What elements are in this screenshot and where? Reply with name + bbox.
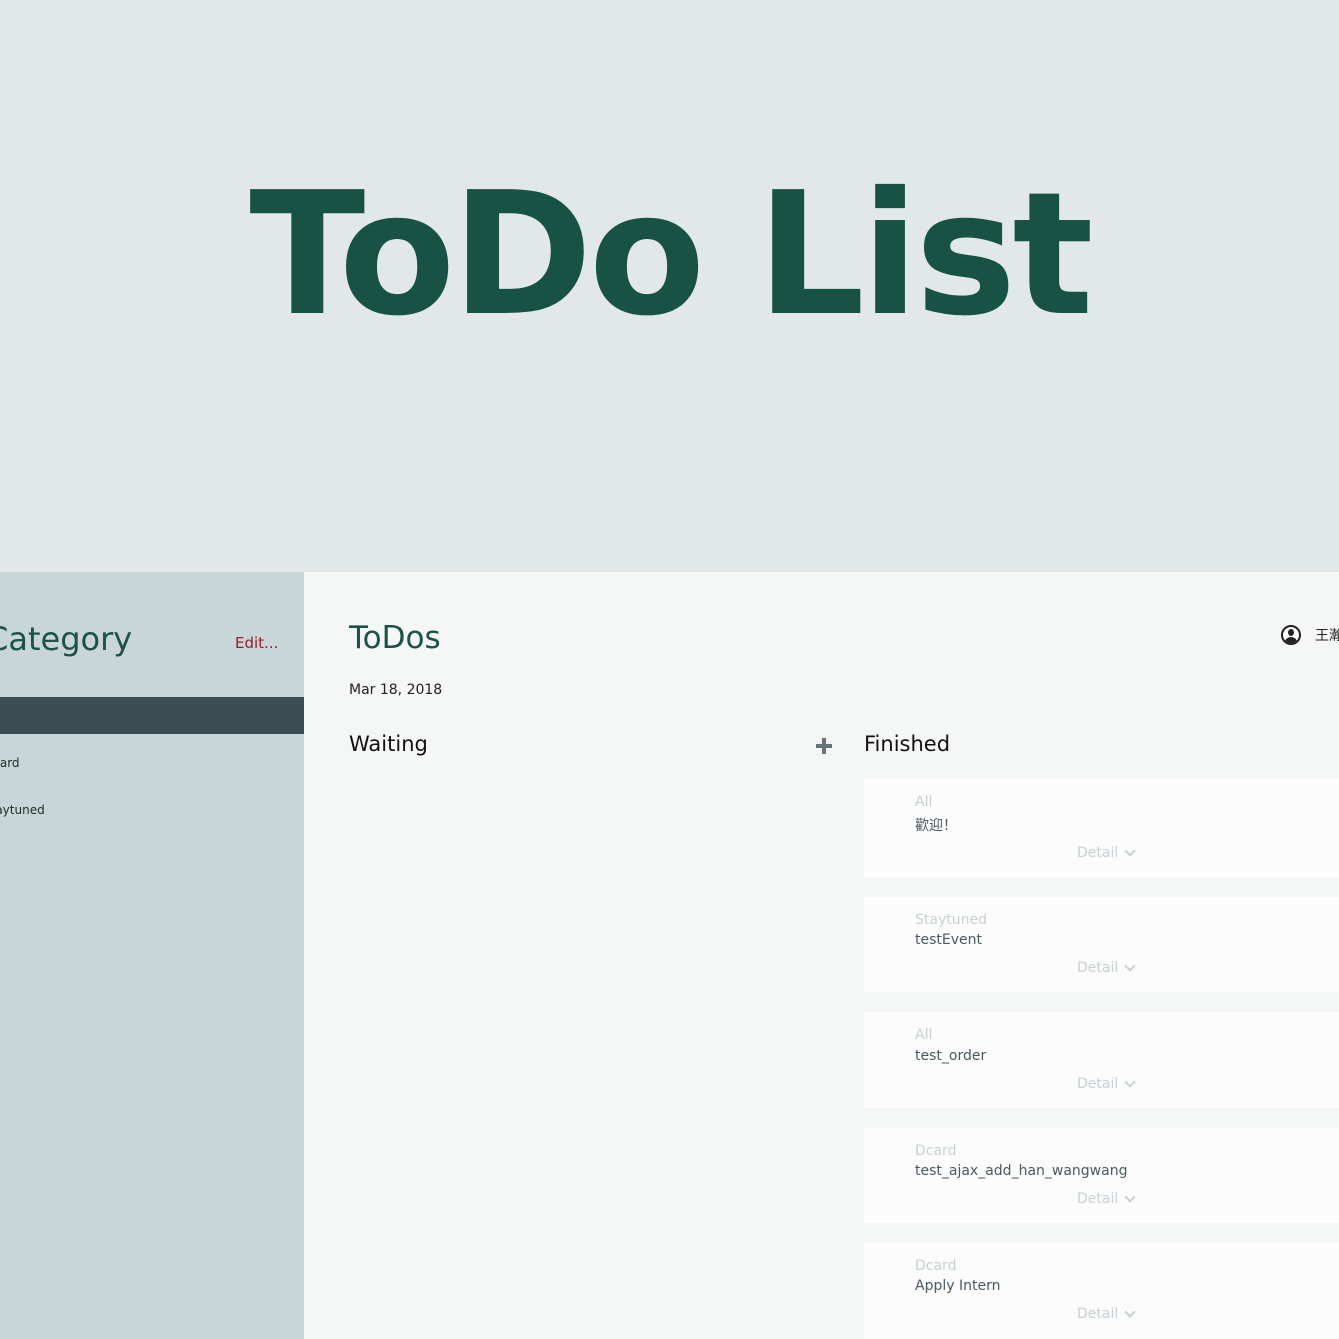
todo-category: All <box>915 794 933 810</box>
sidebar-item-active[interactable] <box>0 697 304 734</box>
current-date: Mar 18, 2018 <box>349 682 443 698</box>
todo-card[interactable]: All 歡迎！ Detail <box>864 779 1339 877</box>
sidebar-title: Category <box>0 620 133 658</box>
user-icon <box>1281 625 1301 645</box>
chevron-down-icon <box>1124 1076 1136 1088</box>
detail-toggle[interactable]: Detail <box>1077 960 1136 976</box>
page-title: ToDos <box>349 620 441 656</box>
app-screen: Category Edit... Dcard Staytuned ToDos M… <box>0 572 1339 1339</box>
sidebar-item-staytuned[interactable]: Staytuned <box>0 803 45 817</box>
hero-banner: ToDo List <box>0 0 1339 572</box>
chevron-down-icon <box>1124 1306 1136 1318</box>
detail-toggle[interactable]: Detail <box>1077 1076 1136 1092</box>
todo-title: test_ajax_add_han_wangwang <box>915 1163 1128 1179</box>
todo-category: Dcard <box>915 1143 957 1159</box>
todos-panel: ToDos Mar 18, 2018 王瀚 Waiting Finished A… <box>304 572 1339 1339</box>
todo-title: test_order <box>915 1048 987 1064</box>
hero-title: ToDo List <box>249 156 1093 354</box>
todo-card[interactable]: Staytuned testEvent Detail <box>864 897 1339 992</box>
detail-toggle[interactable]: Detail <box>1077 845 1136 861</box>
todo-card[interactable]: Dcard Apply Intern Detail <box>864 1243 1339 1339</box>
edit-categories-link[interactable]: Edit... <box>235 634 278 652</box>
chevron-down-icon <box>1124 845 1136 857</box>
user-menu[interactable]: 王瀚 <box>1281 625 1339 645</box>
chevron-down-icon <box>1124 960 1136 972</box>
sidebar-item-dcard[interactable]: Dcard <box>0 756 20 770</box>
detail-toggle[interactable]: Detail <box>1077 1191 1136 1207</box>
todo-category: Staytuned <box>915 912 987 928</box>
detail-toggle[interactable]: Detail <box>1077 1306 1136 1322</box>
category-sidebar: Category Edit... Dcard Staytuned <box>0 572 304 1339</box>
todo-title: testEvent <box>915 932 982 948</box>
waiting-column-title: Waiting <box>349 732 428 756</box>
chevron-down-icon <box>1124 1191 1136 1203</box>
todo-title: 歡迎！ <box>915 818 957 834</box>
add-todo-button[interactable] <box>814 736 834 756</box>
todo-title: Apply Intern <box>915 1278 1001 1294</box>
finished-column-title: Finished <box>864 732 951 756</box>
todo-category: Dcard <box>915 1258 957 1274</box>
todo-card[interactable]: Dcard test_ajax_add_han_wangwang Detail <box>864 1128 1339 1223</box>
user-name: 王瀚 <box>1315 628 1339 644</box>
todo-card[interactable]: All test_order Detail <box>864 1012 1339 1108</box>
todo-category: All <box>915 1027 933 1043</box>
